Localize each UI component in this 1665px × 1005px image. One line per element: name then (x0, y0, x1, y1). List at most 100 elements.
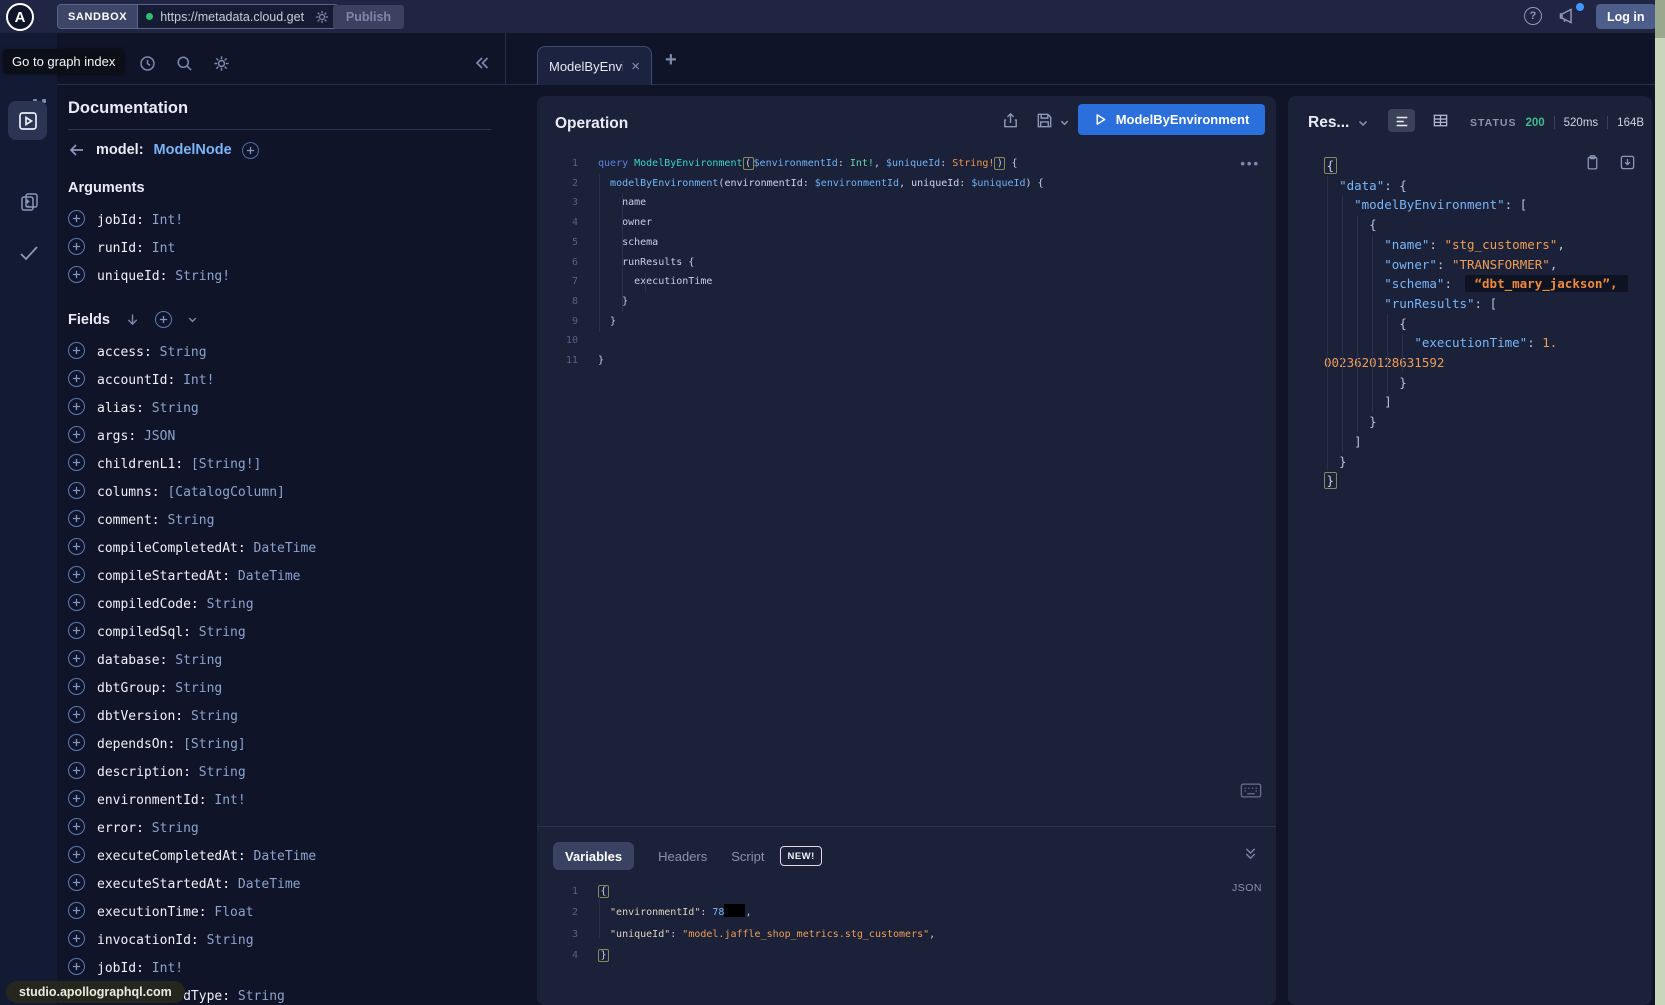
add-argument-icon[interactable] (68, 238, 85, 255)
add-field-icon[interactable] (242, 142, 259, 159)
add-field-icon[interactable] (68, 370, 85, 387)
collapse-sidebar-icon[interactable] (471, 53, 491, 73)
field-row[interactable]: executeCompletedAt: DateTime (68, 840, 491, 868)
field-row[interactable]: comment: String (68, 504, 491, 532)
publish-button[interactable]: Publish (333, 5, 404, 29)
endpoint-settings-gear-icon[interactable] (314, 9, 330, 25)
field-row[interactable]: invocationId: String (68, 924, 491, 952)
login-button[interactable]: Log in (1596, 4, 1656, 29)
field-row[interactable]: dbtGroup: String (68, 672, 491, 700)
add-all-fields-icon[interactable] (155, 311, 172, 328)
tab-variables[interactable]: Variables (553, 842, 634, 870)
copy-response-icon[interactable] (1584, 154, 1601, 171)
response-size: 164B (1617, 117, 1644, 129)
add-field-icon[interactable] (68, 706, 85, 723)
help-icon[interactable]: ? (1524, 7, 1542, 25)
sort-fields-icon[interactable] (125, 312, 140, 327)
operation-editor[interactable]: 1query ModelByEnvironment($environmentId… (537, 146, 1276, 371)
add-field-icon[interactable] (68, 902, 85, 919)
field-row[interactable]: columns: [CatalogColumn] (68, 476, 491, 504)
tab-modelbyenvironment[interactable]: ModelByEnvi... × (537, 46, 652, 85)
add-field-icon[interactable] (68, 426, 85, 443)
response-chevron-down-icon[interactable] (1357, 117, 1369, 129)
field-row[interactable]: executionTime: Float (68, 896, 491, 924)
variables-divider (537, 826, 1276, 827)
meta-divider (1607, 116, 1608, 129)
download-response-icon[interactable] (1619, 154, 1636, 171)
field-row[interactable]: compiledCode: String (68, 588, 491, 616)
endpoint-url-input[interactable]: https://metadata.cloud.get (138, 5, 338, 28)
add-field-icon[interactable] (68, 510, 85, 527)
history-icon[interactable] (138, 54, 157, 73)
checks-nav-item[interactable] (0, 241, 57, 265)
save-icon[interactable] (1035, 111, 1054, 130)
variables-editor[interactable]: 1{2 "environmentId": 78,3 "uniqueId": "m… (537, 881, 1276, 966)
argument-row[interactable]: jobId: Int! (68, 204, 491, 232)
field-row[interactable]: access: String (68, 336, 491, 364)
add-argument-icon[interactable] (68, 210, 85, 227)
indent-guide (1372, 235, 1373, 412)
add-field-icon[interactable] (68, 650, 85, 667)
share-icon[interactable] (1001, 111, 1020, 130)
field-row[interactable]: executeStartedAt: DateTime (68, 868, 491, 896)
field-row[interactable]: dependsOn: [String] (68, 728, 491, 756)
add-field-icon[interactable] (68, 482, 85, 499)
documentation-panel: Documentation model: ModelNode Arguments… (57, 85, 505, 1005)
announcements-megaphone-icon[interactable] (1558, 6, 1578, 26)
add-field-icon[interactable] (68, 818, 85, 835)
add-field-icon[interactable] (68, 678, 85, 695)
tab-headers[interactable]: Headers (658, 849, 707, 864)
close-tab-icon[interactable]: × (631, 59, 640, 74)
field-row[interactable]: dbtVersion: String (68, 700, 491, 728)
field-row[interactable]: jobId: Int! (68, 952, 491, 980)
tab-script[interactable]: Script (731, 849, 764, 864)
add-field-icon[interactable] (68, 594, 85, 611)
fields-chevron-down-icon[interactable] (187, 314, 198, 325)
new-tab-icon[interactable]: + (665, 50, 677, 70)
docs-breadcrumb: model: ModelNode (68, 139, 491, 161)
settings-gear-icon[interactable] (212, 54, 231, 73)
add-field-icon[interactable] (68, 622, 85, 639)
argument-row[interactable]: runId: Int (68, 232, 491, 260)
field-row[interactable]: environmentId: Int! (68, 784, 491, 812)
field-row[interactable]: compileStartedAt: DateTime (68, 560, 491, 588)
field-row[interactable]: args: JSON (68, 420, 491, 448)
add-field-icon[interactable] (68, 762, 85, 779)
field-row[interactable]: compiledSql: String (68, 616, 491, 644)
back-arrow-icon[interactable] (68, 141, 86, 159)
explorer-nav-item[interactable] (8, 101, 47, 140)
field-row[interactable]: accountId: Int! (68, 364, 491, 392)
breadcrumb-type-link[interactable]: ModelNode (154, 142, 232, 158)
add-field-icon[interactable] (68, 846, 85, 863)
run-operation-button[interactable]: ModelByEnvironment (1078, 104, 1265, 135)
field-row[interactable]: alias: String (68, 392, 491, 420)
add-field-icon[interactable] (68, 930, 85, 947)
field-row[interactable]: childrenL1: [String!] (68, 448, 491, 476)
add-field-icon[interactable] (68, 874, 85, 891)
structured-view-toggle[interactable] (1388, 109, 1415, 132)
keyboard-shortcuts-icon[interactable] (1240, 782, 1262, 799)
save-chevron-down-icon[interactable] (1059, 117, 1070, 128)
apollo-logo-icon[interactable]: A (6, 3, 34, 31)
page-scrollbar[interactable] (1655, 0, 1665, 1005)
add-field-icon[interactable] (68, 790, 85, 807)
add-field-icon[interactable] (68, 566, 85, 583)
add-field-icon[interactable] (68, 958, 85, 975)
field-row[interactable]: compileCompletedAt: DateTime (68, 532, 491, 560)
add-field-icon[interactable] (68, 538, 85, 555)
checkmark-icon (17, 241, 41, 265)
response-duration: 520ms (1564, 117, 1599, 129)
add-field-icon[interactable] (68, 734, 85, 751)
table-view-toggle[interactable] (1427, 109, 1454, 132)
field-row[interactable]: error: String (68, 812, 491, 840)
changelog-nav-item[interactable] (0, 191, 57, 213)
field-row[interactable]: description: String (68, 756, 491, 784)
argument-row[interactable]: uniqueId: String! (68, 260, 491, 288)
collapse-variables-icon[interactable] (1243, 846, 1258, 861)
search-icon[interactable] (175, 54, 194, 73)
add-field-icon[interactable] (68, 342, 85, 359)
field-row[interactable]: database: String (68, 644, 491, 672)
add-field-icon[interactable] (68, 398, 85, 415)
add-field-icon[interactable] (68, 454, 85, 471)
add-argument-icon[interactable] (68, 266, 85, 283)
